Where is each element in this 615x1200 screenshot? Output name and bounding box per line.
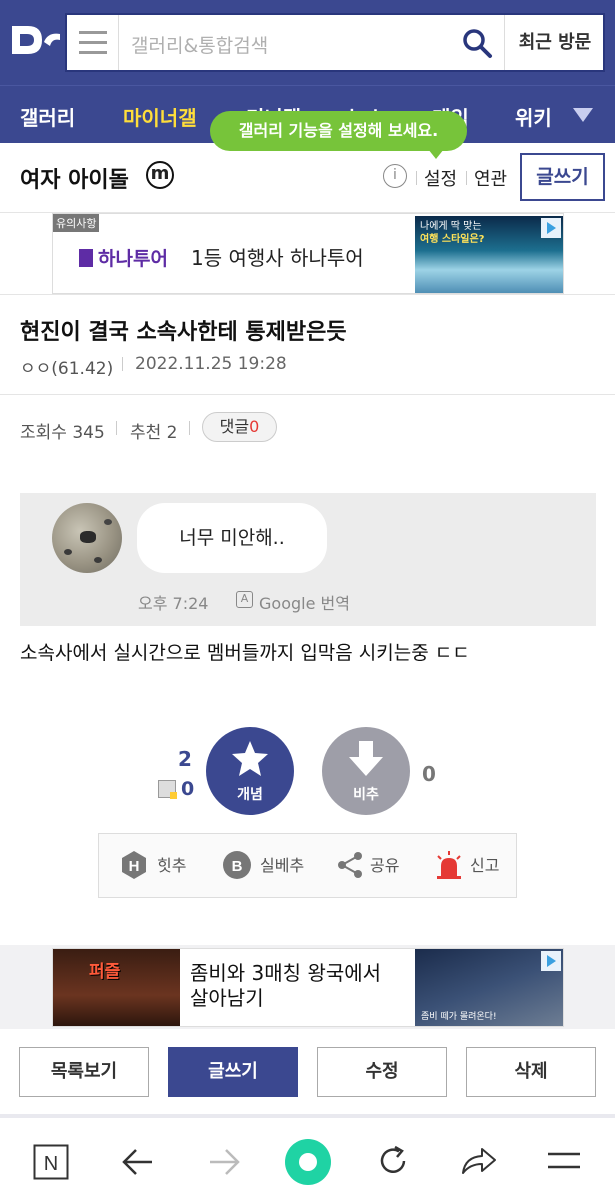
top-header: 갤러리&통합검색 최근 방문 (0, 0, 615, 85)
ad-image: 나에게 딱 맞는 여행 스타일은? (415, 216, 563, 293)
share-arrow-icon[interactable] (460, 1144, 498, 1176)
svg-text:H: H (129, 858, 140, 875)
tab-minor-gallery[interactable]: 마이너갤 (123, 102, 197, 131)
browser-toolbar: N (0, 1114, 615, 1200)
nav-more-arrow-icon[interactable] (573, 108, 593, 122)
tab-wiki[interactable]: 위키 (515, 102, 552, 131)
share-icon[interactable] (335, 850, 365, 880)
settings-link[interactable]: 설정 (424, 165, 457, 191)
fixed-upvote-count: 0 (181, 778, 195, 800)
write-button[interactable]: 글쓰기 (168, 1047, 298, 1097)
ad-image: 좀비 떼가 몰려온다! (415, 949, 563, 1026)
chat-bubble: 너무 미안해.. (137, 503, 327, 573)
chat-screenshot: 너무 미안해.. 오후 7:24 A Google 번역 (20, 493, 596, 626)
comment-button[interactable]: 댓글0 (202, 412, 277, 442)
refresh-icon[interactable] (376, 1144, 410, 1178)
siren-icon[interactable] (434, 850, 464, 880)
translate-label: Google 번역 (259, 594, 350, 613)
list-button[interactable]: 목록보기 (19, 1047, 149, 1097)
divider (466, 171, 467, 185)
avatar (52, 503, 122, 573)
hit-recommend-button[interactable]: 힛추 (157, 852, 186, 876)
divider (116, 421, 117, 435)
downvote-button[interactable]: 비추 (322, 727, 410, 815)
post-body: 소속사에서 실시간으로 멤버들까지 입막음 시키는중 ㄷㄷ (20, 642, 470, 664)
adchoices-icon[interactable] (541, 218, 561, 238)
ad-banner-top[interactable]: 유의사항 하나투어 1등 여행사 하나투어 나에게 딱 맞는 여행 스타일은? (52, 213, 564, 294)
naver-home-icon[interactable]: N (33, 1144, 69, 1180)
svg-text:N: N (44, 1153, 58, 1175)
translate-icon: A (236, 591, 253, 608)
divider (0, 294, 615, 295)
ad-text: 1등 여행사 하나투어 (191, 246, 364, 270)
upvote-count: 2 (178, 747, 192, 771)
arrow-down-icon (349, 741, 383, 776)
minor-gallery-badge: m (146, 161, 174, 189)
settings-tooltip[interactable]: 갤러리 기능을 설정해 보세요. (210, 111, 467, 159)
related-link[interactable]: 연관 (474, 165, 507, 191)
best-icon[interactable]: B (222, 850, 252, 880)
post-actions: H 힛추 B 실베추 공유 신고 (98, 833, 517, 898)
menu-button[interactable] (67, 15, 119, 70)
ad-notice-label: 유의사항 (53, 214, 100, 232)
divider (416, 171, 417, 185)
write-button-top[interactable]: 글쓰기 (520, 153, 605, 201)
game-ad-image: 퍼즐 (53, 949, 180, 1026)
report-button[interactable]: 신고 (470, 852, 499, 876)
share-button[interactable]: 공유 (370, 852, 399, 876)
divider (189, 421, 190, 435)
divider (122, 357, 123, 371)
search-box: 갤러리&통합검색 최근 방문 (65, 13, 605, 72)
info-icon[interactable]: i (383, 164, 407, 188)
divider (0, 394, 615, 395)
search-icon[interactable] (461, 27, 493, 59)
back-arrow-icon[interactable] (120, 1146, 156, 1178)
hanatour-logo-icon (79, 249, 93, 267)
hanatour-logo: 하나투어 (79, 244, 168, 271)
menu-icon[interactable] (546, 1150, 582, 1172)
gallery-title[interactable]: 여자 아이돌 (20, 162, 129, 194)
tab-gallery[interactable]: 갤러리 (20, 102, 75, 131)
star-icon (232, 741, 268, 776)
delete-button[interactable]: 삭제 (466, 1047, 596, 1097)
post-date: 2022.11.25 19:28 (135, 354, 287, 374)
adchoices-icon[interactable] (541, 951, 561, 971)
post-author[interactable]: ㅇㅇ(61.42) (20, 354, 113, 379)
forward-arrow-icon[interactable] (206, 1146, 242, 1178)
view-count: 조회수 345 (20, 423, 105, 443)
svg-text:B: B (232, 858, 243, 875)
ad-text: 좀비와 3매칭 왕국에서 살아남기 (190, 961, 382, 1010)
chat-time: 오후 7:24 (138, 594, 209, 613)
dc-logo-icon[interactable] (8, 16, 62, 64)
downvote-count: 0 (422, 762, 436, 786)
best-recommend-button[interactable]: 실베추 (260, 852, 304, 876)
recommend-count: 추천 2 (130, 423, 178, 443)
recent-visit-button[interactable]: 최근 방문 (504, 15, 605, 70)
green-dot-icon[interactable] (284, 1138, 332, 1186)
ad-banner-bottom[interactable]: 퍼즐 좀비와 3매칭 왕국에서 살아남기 좀비 떼가 몰려온다! (52, 948, 564, 1027)
edit-button[interactable]: 수정 (317, 1047, 447, 1097)
hit-icon[interactable]: H (119, 850, 149, 880)
post-title: 현진이 결국 소속사한테 통제받은듯 (20, 320, 347, 345)
fixed-user-icon (158, 780, 177, 799)
search-input[interactable]: 갤러리&통합검색 (131, 31, 268, 58)
upvote-button[interactable]: 개념 (206, 727, 294, 815)
